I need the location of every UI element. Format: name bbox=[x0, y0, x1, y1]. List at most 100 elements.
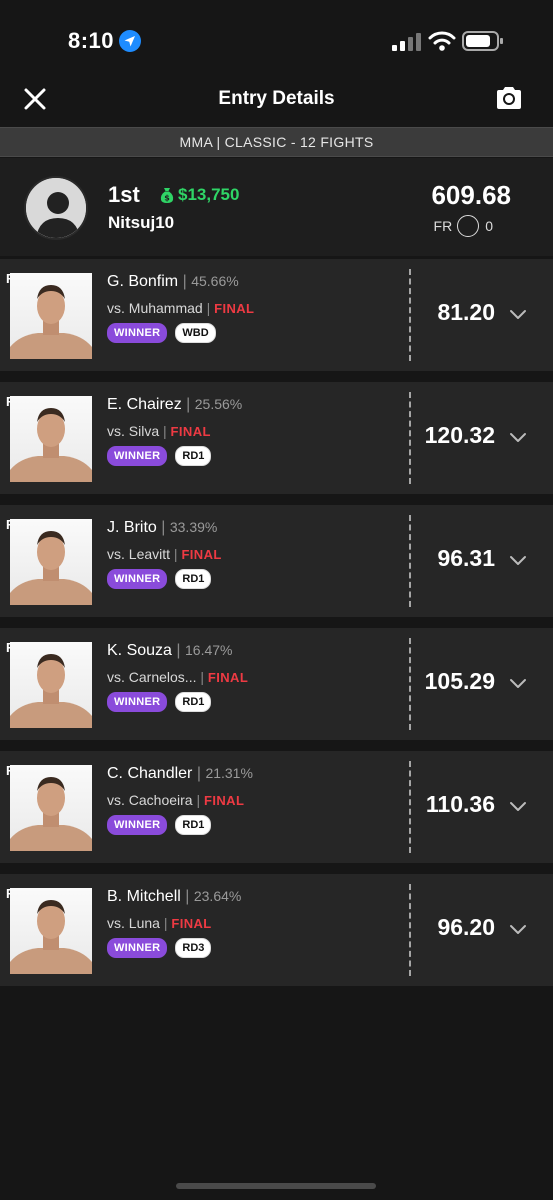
fighter-name-line: K. Souza | 16.47% bbox=[107, 642, 232, 660]
fighter-name-line: J. Brito | 33.39% bbox=[107, 519, 217, 537]
result-badge: WINNER bbox=[107, 815, 168, 835]
contest-info-bar: MMA | CLASSIC - 12 FIGHTS bbox=[0, 127, 553, 157]
fight-status: FINAL bbox=[171, 916, 212, 931]
dashed-divider bbox=[409, 392, 411, 484]
money-bag-icon: $ bbox=[160, 188, 174, 203]
home-indicator bbox=[176, 1183, 376, 1189]
fighter-badges: WINNER RD3 bbox=[107, 938, 212, 958]
fighter-opponent-line: vs. Cachoeira | FINAL bbox=[107, 792, 244, 808]
fighter-opponent-line: vs. Silva | FINAL bbox=[107, 423, 211, 439]
separator: | bbox=[196, 669, 208, 685]
fighter-row[interactable]: F B. Mitchell | 23.64% vs. Luna | FINAL … bbox=[0, 874, 553, 986]
chevron-down-icon[interactable] bbox=[508, 431, 528, 445]
result-badge: WINNER bbox=[107, 323, 168, 343]
username: Nitsuj10 bbox=[108, 213, 175, 232]
fighter-name: E. Chairez bbox=[107, 396, 182, 413]
separator: | bbox=[176, 642, 185, 659]
fighter-ownership: 23.64% bbox=[193, 888, 242, 904]
rank: 1st bbox=[108, 182, 140, 207]
fighter-opponent: vs. Cachoeira bbox=[107, 792, 193, 808]
fighter-name: K. Souza bbox=[107, 642, 172, 659]
fighter-opponent: vs. Carnelos... bbox=[107, 669, 197, 685]
fighter-badges: WINNER RD1 bbox=[107, 692, 212, 712]
chevron-down-icon[interactable] bbox=[508, 554, 528, 568]
battery-icon bbox=[462, 31, 503, 51]
status-time: 8:10 bbox=[68, 28, 115, 53]
chevron-down-icon[interactable] bbox=[508, 800, 528, 814]
fighter-opponent: vs. Luna bbox=[107, 915, 160, 931]
chevron-down-icon[interactable] bbox=[508, 677, 528, 691]
fighter-ownership: 45.66% bbox=[191, 273, 239, 289]
fighter-points: 120.32 bbox=[424, 422, 495, 448]
entry-summary: 1st $ $13,750 Nitsuj10 609.68 FR 0 bbox=[0, 158, 553, 256]
separator: | bbox=[185, 888, 194, 905]
fighter-name: J. Brito bbox=[107, 519, 157, 536]
avatar bbox=[24, 176, 88, 240]
method-badge: RD1 bbox=[175, 692, 212, 712]
fighter-name: B. Mitchell bbox=[107, 888, 181, 905]
fr-value: 0 bbox=[485, 218, 493, 234]
dashed-divider bbox=[409, 269, 411, 361]
fighter-points: 105.29 bbox=[424, 668, 495, 694]
result-badge: WINNER bbox=[107, 692, 168, 712]
chevron-down-icon[interactable] bbox=[508, 308, 528, 322]
fighter-opponent-line: vs. Luna | FINAL bbox=[107, 915, 212, 931]
fight-status: FINAL bbox=[214, 301, 255, 316]
signal-icon bbox=[392, 33, 421, 51]
fighter-row[interactable]: F K. Souza | 16.47% vs. Carnelos... | FI… bbox=[0, 628, 553, 740]
fighter-row[interactable]: F G. Bonfim | 45.66% vs. Muhammad | FINA… bbox=[0, 259, 553, 371]
fight-status: FINAL bbox=[170, 424, 211, 439]
method-badge: RD3 bbox=[175, 938, 212, 958]
fighter-opponent: vs. Muhammad bbox=[107, 300, 203, 316]
fighter-ownership: 33.39% bbox=[169, 519, 218, 535]
fighter-points: 96.20 bbox=[437, 914, 495, 940]
dashed-divider bbox=[409, 761, 411, 853]
separator: | bbox=[161, 519, 170, 536]
dashed-divider bbox=[409, 884, 411, 976]
avatar-silhouette-icon bbox=[26, 178, 86, 238]
fighter-name: C. Chandler bbox=[107, 765, 193, 782]
fighter-portrait bbox=[10, 396, 92, 482]
fighter-name-line: C. Chandler | 21.31% bbox=[107, 765, 253, 783]
fighter-portrait bbox=[10, 765, 92, 851]
camera-icon[interactable] bbox=[494, 83, 524, 113]
page-title: Entry Details bbox=[218, 88, 335, 109]
result-badge: WINNER bbox=[107, 569, 168, 589]
dashed-divider bbox=[409, 515, 411, 607]
separator: | bbox=[159, 423, 171, 439]
method-badge: WBD bbox=[175, 323, 216, 343]
fighter-ownership: 21.31% bbox=[205, 765, 253, 781]
fr-circle-icon bbox=[457, 215, 480, 237]
fighter-points: 96.31 bbox=[437, 545, 495, 571]
fighter-opponent-line: vs. Leavitt | FINAL bbox=[107, 546, 222, 562]
separator: | bbox=[202, 300, 215, 316]
fighter-ownership: 25.56% bbox=[194, 396, 243, 412]
fighter-name: G. Bonfim bbox=[107, 273, 179, 290]
fighter-opponent: vs. Silva bbox=[107, 423, 160, 439]
method-badge: RD1 bbox=[175, 569, 212, 589]
separator: | bbox=[192, 792, 205, 808]
separator: | bbox=[182, 273, 192, 290]
separator: | bbox=[159, 915, 172, 931]
fighter-badges: WINNER RD1 bbox=[107, 815, 212, 835]
fighter-row[interactable]: F E. Chairez | 25.56% vs. Silva | FINAL … bbox=[0, 382, 553, 494]
fighter-row[interactable]: F C. Chandler | 21.31% vs. Cachoeira | F… bbox=[0, 751, 553, 863]
dashed-divider bbox=[409, 638, 411, 730]
result-badge: WINNER bbox=[107, 446, 168, 466]
status-bar: 8:10 bbox=[0, 0, 553, 80]
separator: | bbox=[170, 546, 182, 562]
fighter-name-line: E. Chairez | 25.56% bbox=[107, 396, 242, 414]
fighter-row[interactable]: F J. Brito | 33.39% vs. Leavitt | FINAL … bbox=[0, 505, 553, 617]
fr-indicator: FR 0 bbox=[434, 215, 493, 237]
winnings: $ $13,750 bbox=[158, 185, 239, 205]
header: Entry Details bbox=[0, 80, 553, 126]
fight-status: FINAL bbox=[204, 793, 245, 808]
fighter-portrait bbox=[10, 273, 92, 359]
chevron-down-icon[interactable] bbox=[508, 923, 528, 937]
fighter-portrait bbox=[10, 888, 92, 974]
total-points: 609.68 bbox=[431, 180, 511, 210]
fight-status: FINAL bbox=[181, 547, 222, 562]
fighter-badges: WINNER WBD bbox=[107, 323, 216, 343]
svg-text:$: $ bbox=[164, 194, 170, 203]
fighter-opponent-line: vs. Carnelos... | FINAL bbox=[107, 669, 248, 685]
